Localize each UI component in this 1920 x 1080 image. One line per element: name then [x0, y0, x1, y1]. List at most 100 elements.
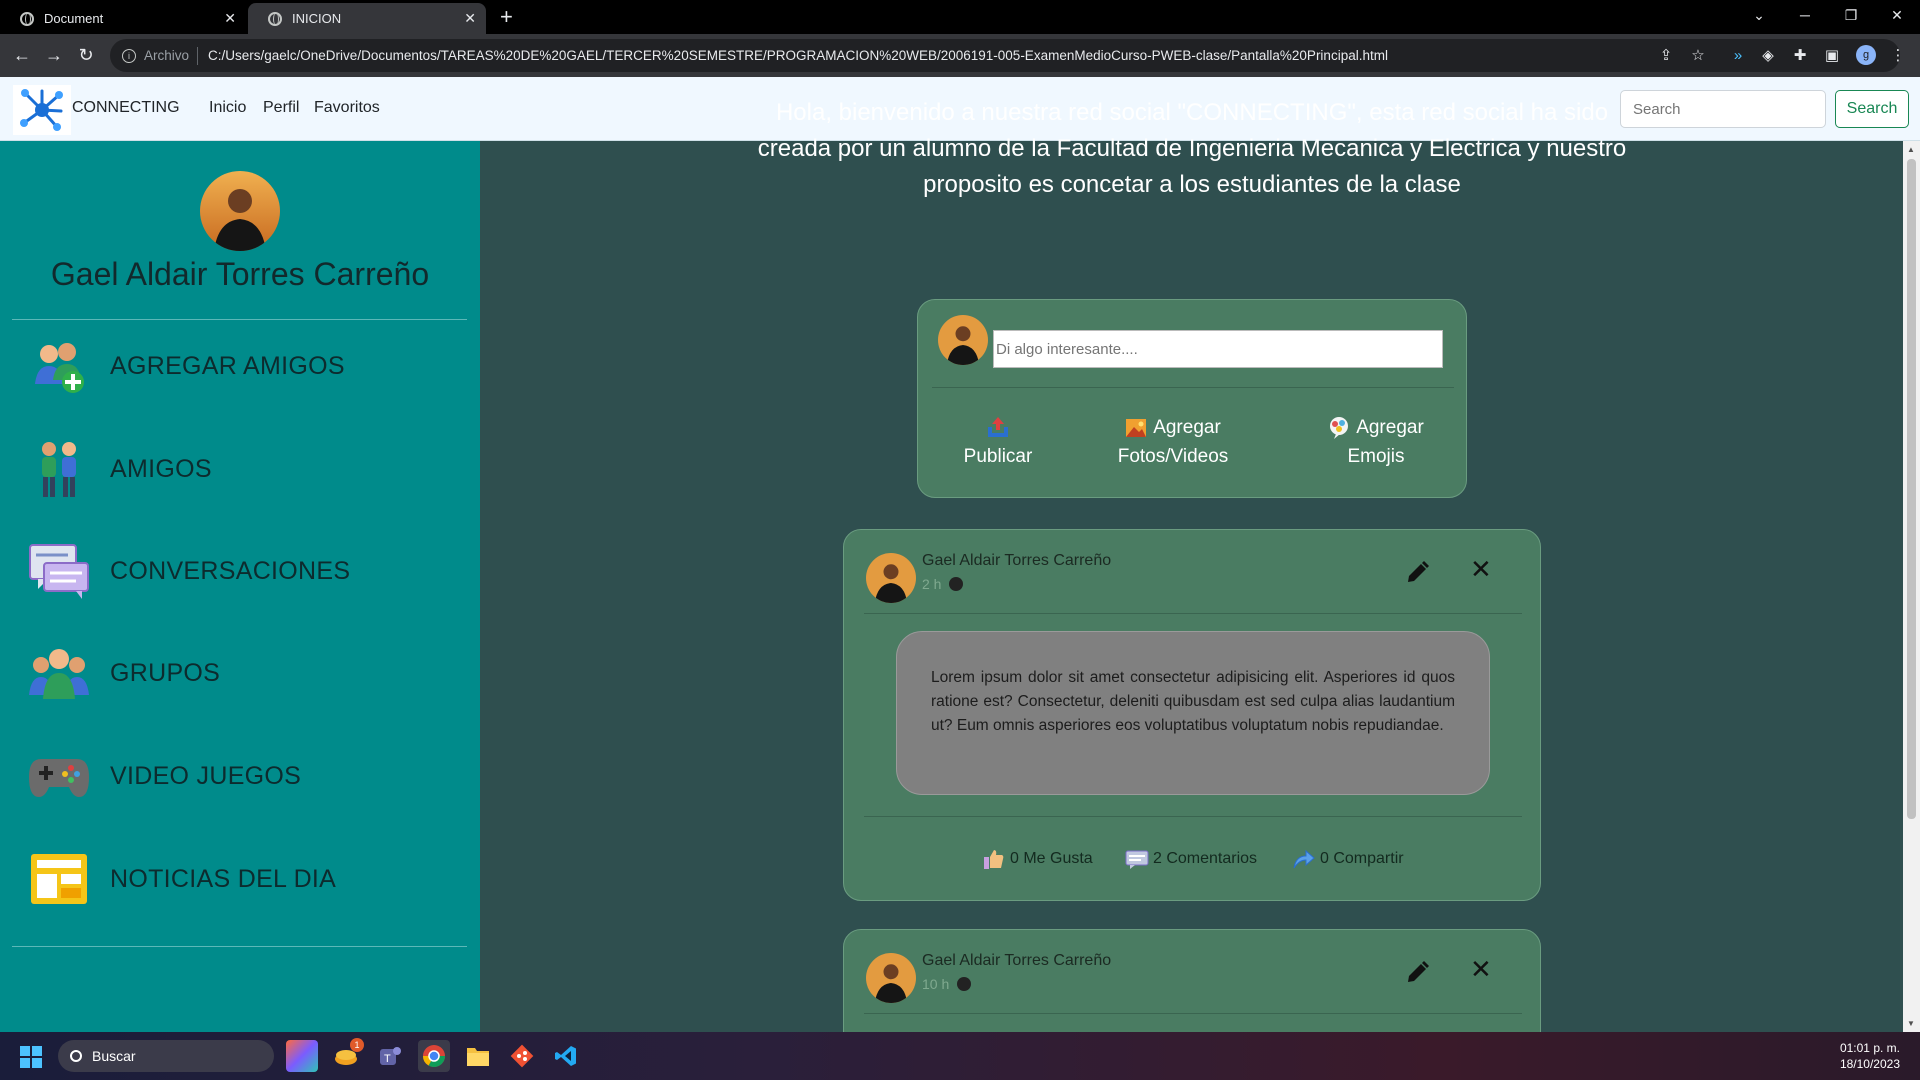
- tab-title: Document: [44, 11, 104, 26]
- minimize-button[interactable]: ─: [1782, 0, 1828, 30]
- public-globe-icon: [949, 577, 964, 591]
- taskbar-search[interactable]: Buscar: [58, 1040, 274, 1072]
- add-photos-line2: Fotos/Videos: [1117, 446, 1229, 467]
- composer-divider: [932, 387, 1454, 388]
- search-button[interactable]: Search: [1835, 90, 1909, 128]
- scroll-down-icon[interactable]: ▼: [1907, 1019, 1915, 1028]
- extension-shield-icon[interactable]: ◈: [1756, 43, 1780, 67]
- address-bar[interactable]: i Archivo C:/Users/gaelc/OneDrive/Docume…: [110, 39, 1900, 72]
- sidebar-item-agregar-amigos[interactable]: AGREGAR AMIGOS: [26, 331, 466, 401]
- search-icon: [70, 1050, 82, 1062]
- address-scheme: Archivo: [144, 48, 190, 63]
- post-avatar[interactable]: [866, 953, 916, 1003]
- sidebar-divider: [12, 319, 467, 320]
- nav-link-perfil[interactable]: Perfil: [263, 99, 299, 117]
- windows-taskbar: Buscar 1 T 01:01 p. m. 18/10/2023: [0, 1032, 1920, 1080]
- browser-tab-inicion[interactable]: INICION ✕: [248, 3, 486, 34]
- profile-avatar[interactable]: g: [1856, 45, 1876, 65]
- post-divider: [864, 613, 1522, 614]
- svg-text:T: T: [384, 1053, 391, 1065]
- post-card: Gael Aldair Torres Carreño 2 h ✕ Lorem i…: [843, 529, 1541, 901]
- sidebar-item-label: NOTICIAS DEL DIA: [110, 864, 337, 893]
- brand-logo-icon[interactable]: [13, 85, 71, 135]
- taskbar-clock[interactable]: 01:01 p. m. 18/10/2023: [1840, 1040, 1900, 1072]
- comments-button[interactable]: 2 Comentarios: [1125, 848, 1257, 870]
- address-url[interactable]: C:/Users/gaelc/OneDrive/Documentos/TAREA…: [208, 48, 1388, 63]
- browser-toolbar: ← → ↻ i Archivo C:/Users/gaelc/OneDrive/…: [0, 34, 1920, 77]
- sidebar-item-grupos[interactable]: GRUPOS: [26, 638, 466, 708]
- add-emojis-line2: Emojis: [1347, 446, 1405, 467]
- edit-pencil-icon[interactable]: [1404, 960, 1432, 988]
- scrollbar-thumb[interactable]: [1907, 159, 1916, 819]
- post-time: 10 h: [922, 976, 950, 992]
- git-app-icon[interactable]: [506, 1040, 538, 1072]
- widgets-app-icon[interactable]: 1: [330, 1038, 364, 1072]
- profile-avatar[interactable]: [200, 171, 280, 251]
- nav-link-inicio[interactable]: Inicio: [209, 99, 246, 117]
- back-icon[interactable]: ←: [8, 41, 36, 69]
- brand-name[interactable]: CONNECTING: [72, 99, 180, 117]
- delete-post-icon[interactable]: ✕: [1470, 554, 1492, 585]
- post-time: 2 h: [922, 576, 942, 592]
- post-meta: 2 h: [922, 576, 964, 592]
- sidebar-item-noticias-del-dia[interactable]: NOTICIAS DEL DIA: [26, 844, 466, 914]
- public-globe-icon: [957, 977, 972, 991]
- forward-icon[interactable]: →: [40, 41, 68, 69]
- file-explorer-app-icon[interactable]: [462, 1040, 494, 1072]
- vscode-app-icon[interactable]: [550, 1040, 582, 1072]
- composer-input[interactable]: [993, 330, 1443, 368]
- add-emojis-line1: Agregar: [1316, 413, 1436, 442]
- delete-post-icon[interactable]: ✕: [1470, 954, 1492, 985]
- thumbs-up-icon: [984, 850, 1004, 869]
- close-icon[interactable]: ✕: [464, 10, 476, 27]
- share-arrow-icon: [1293, 849, 1315, 869]
- news-icon: [26, 846, 92, 912]
- post-avatar[interactable]: [866, 553, 916, 603]
- post-divider: [864, 816, 1522, 817]
- new-tab-button[interactable]: +: [500, 3, 513, 31]
- reload-icon[interactable]: ↻: [72, 41, 100, 69]
- add-photos-line1: Agregar: [1098, 413, 1248, 442]
- sidebar-item-label: VIDEO JUEGOS: [110, 761, 302, 790]
- windows-start-icon[interactable]: [20, 1046, 42, 1068]
- sidebar-divider: [12, 946, 467, 947]
- teams-app-icon[interactable]: T: [374, 1040, 406, 1072]
- extensions-puzzle-icon[interactable]: ✚: [1788, 43, 1812, 67]
- like-button[interactable]: 0 Me Gusta: [982, 848, 1093, 870]
- post-author[interactable]: Gael Aldair Torres Carreño: [922, 552, 1111, 570]
- share-count: 0 Compartir: [1320, 850, 1404, 867]
- post-card: Gael Aldair Torres Carreño 10 h ✕: [843, 929, 1541, 1032]
- edit-pencil-icon[interactable]: [1404, 560, 1432, 588]
- page-scrollbar[interactable]: ▲ ▼: [1903, 141, 1920, 1032]
- menu-kebab-icon[interactable]: ⋮: [1886, 43, 1910, 67]
- chrome-app-icon[interactable]: [418, 1040, 450, 1072]
- share-icon[interactable]: ⇪: [1654, 43, 1678, 67]
- close-window-button[interactable]: ✕: [1874, 0, 1920, 30]
- sidebar-item-label: GRUPOS: [110, 658, 221, 687]
- side-panel-icon[interactable]: ▣: [1820, 43, 1844, 67]
- clock-time: 01:01 p. m.: [1839, 1041, 1900, 1055]
- copilot-app-icon[interactable]: [286, 1040, 318, 1072]
- sidebar-item-video-juegos[interactable]: VIDEO JUEGOS: [26, 741, 466, 811]
- sidebar-item-conversaciones[interactable]: CONVERSACIONES: [26, 536, 466, 606]
- address-divider: [197, 46, 199, 65]
- add-emojis-button[interactable]: Agregar Emojis: [1316, 413, 1436, 471]
- scroll-up-icon[interactable]: ▲: [1907, 145, 1915, 154]
- info-icon[interactable]: i: [122, 48, 136, 63]
- extension-wave-icon[interactable]: »: [1726, 43, 1750, 67]
- tab-search-chevron-icon[interactable]: ⌄: [1736, 0, 1782, 30]
- search-input[interactable]: [1620, 90, 1826, 128]
- share-button[interactable]: 0 Compartir: [1292, 848, 1404, 870]
- restore-button[interactable]: ❐: [1828, 0, 1874, 30]
- comment-count: 2 Comentarios: [1153, 850, 1258, 867]
- post-author[interactable]: Gael Aldair Torres Carreño: [922, 952, 1111, 970]
- bookmark-star-icon[interactable]: ☆: [1686, 43, 1710, 67]
- publicar-button[interactable]: Publicar: [948, 413, 1048, 471]
- nav-link-favoritos[interactable]: Favoritos: [314, 99, 380, 117]
- add-photos-button[interactable]: Agregar Fotos/Videos: [1098, 413, 1248, 471]
- sidebar: Gael Aldair Torres Carreño AGREGAR AMIGO…: [0, 141, 480, 1032]
- browser-tab-document[interactable]: Document ✕: [0, 3, 246, 34]
- sidebar-item-amigos[interactable]: AMIGOS: [26, 434, 466, 504]
- browser-tabstrip: Document ✕ INICION ✕ + ⌄ ─ ❐ ✕: [0, 0, 1920, 34]
- close-icon[interactable]: ✕: [224, 10, 236, 27]
